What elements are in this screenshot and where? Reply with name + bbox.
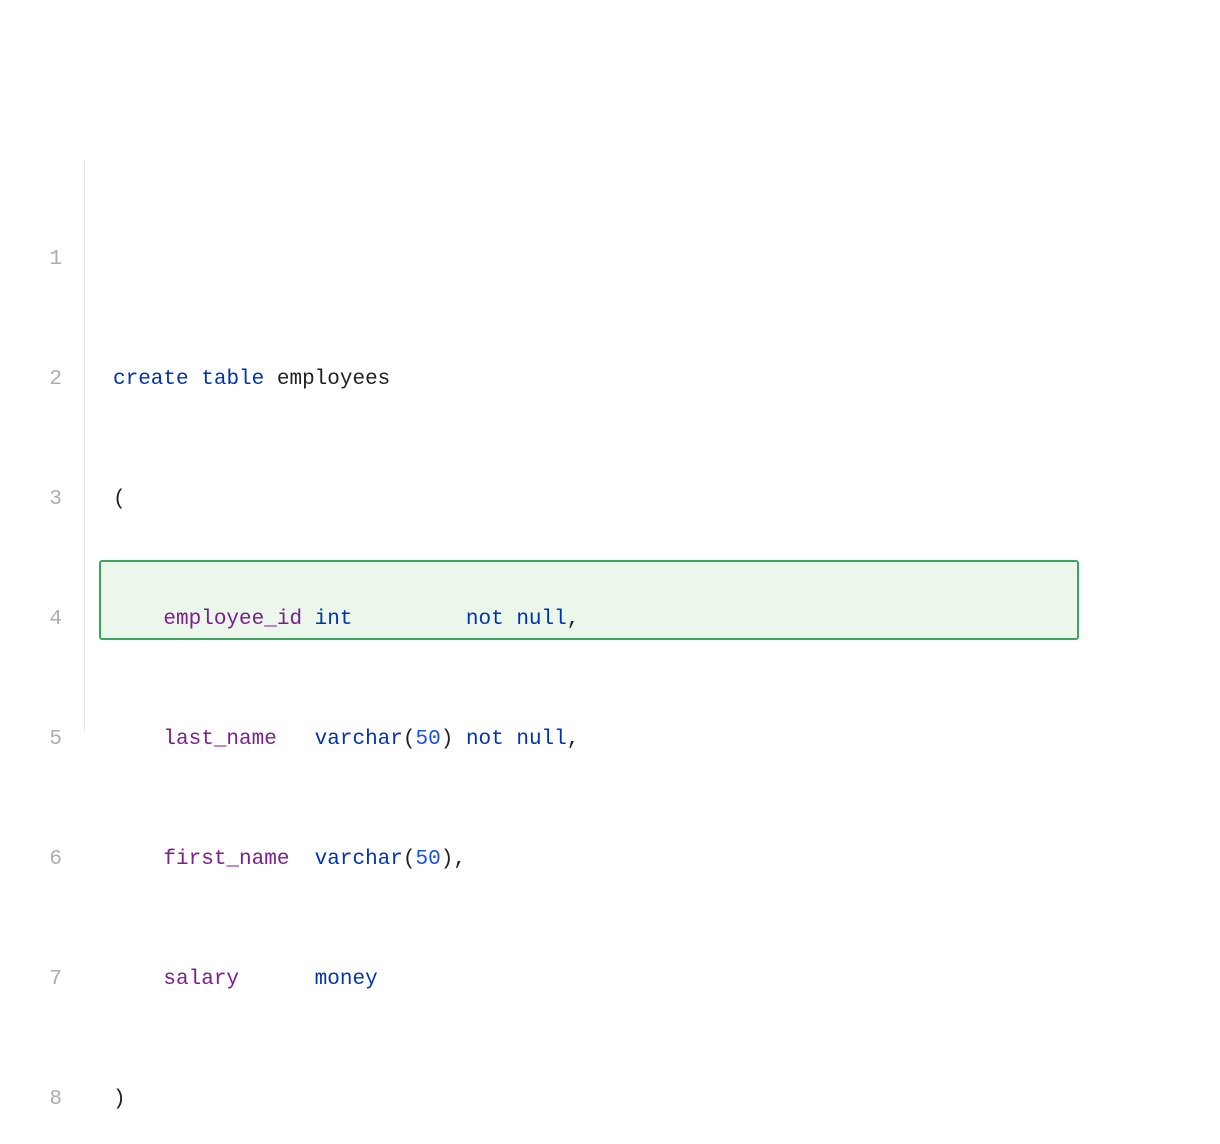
line-number: 4 <box>0 600 62 640</box>
code-content: create table employees ( employee_id int… <box>113 280 1220 1144</box>
code-line: ( <box>113 480 1220 520</box>
spacing <box>352 608 453 631</box>
datatype: money <box>315 968 378 991</box>
code-line: employee_id int not null, <box>113 600 1220 640</box>
line-number: 8 <box>0 1080 62 1120</box>
line-number: 5 <box>0 720 62 760</box>
code-editor: 1 2 3 4 5 6 7 8 9 10 11 12 13 create tab… <box>0 160 1220 732</box>
spacing <box>239 968 302 991</box>
line-number: 7 <box>0 960 62 1000</box>
line-number: 3 <box>0 480 62 520</box>
code-line: ) <box>113 1080 1220 1120</box>
code-area[interactable]: create table employees ( employee_id int… <box>85 160 1220 732</box>
column-name: last_name <box>163 728 276 751</box>
spacing <box>289 848 302 871</box>
paren: ) <box>441 848 454 871</box>
comma: , <box>567 728 580 751</box>
modifier: not null <box>466 608 567 631</box>
spacing <box>277 728 302 751</box>
code-line: salary money <box>113 960 1220 1000</box>
paren: ( <box>403 848 416 871</box>
comma: , <box>453 848 466 871</box>
keyword: create <box>113 368 189 391</box>
line-number-gutter: 1 2 3 4 5 6 7 8 9 10 11 12 13 <box>0 160 85 732</box>
code-line: last_name varchar(50) not null, <box>113 720 1220 760</box>
datatype: varchar <box>315 728 403 751</box>
code-line: create table employees <box>113 360 1220 400</box>
column-name: salary <box>163 968 239 991</box>
paren: ) <box>113 1088 126 1111</box>
number: 50 <box>416 848 441 871</box>
datatype: int <box>315 608 353 631</box>
identifier: employees <box>277 368 390 391</box>
column-name: first_name <box>163 848 289 871</box>
line-number: 2 <box>0 360 62 400</box>
code-line: first_name varchar(50), <box>113 840 1220 880</box>
keyword: table <box>201 368 264 391</box>
paren: ) <box>441 728 454 751</box>
paren: ( <box>403 728 416 751</box>
comma: , <box>567 608 580 631</box>
column-name: employee_id <box>163 608 302 631</box>
datatype: varchar <box>315 848 403 871</box>
modifier: not null <box>466 728 567 751</box>
line-number: 6 <box>0 840 62 880</box>
number: 50 <box>416 728 441 751</box>
line-number: 1 <box>0 240 62 280</box>
paren: ( <box>113 488 126 511</box>
